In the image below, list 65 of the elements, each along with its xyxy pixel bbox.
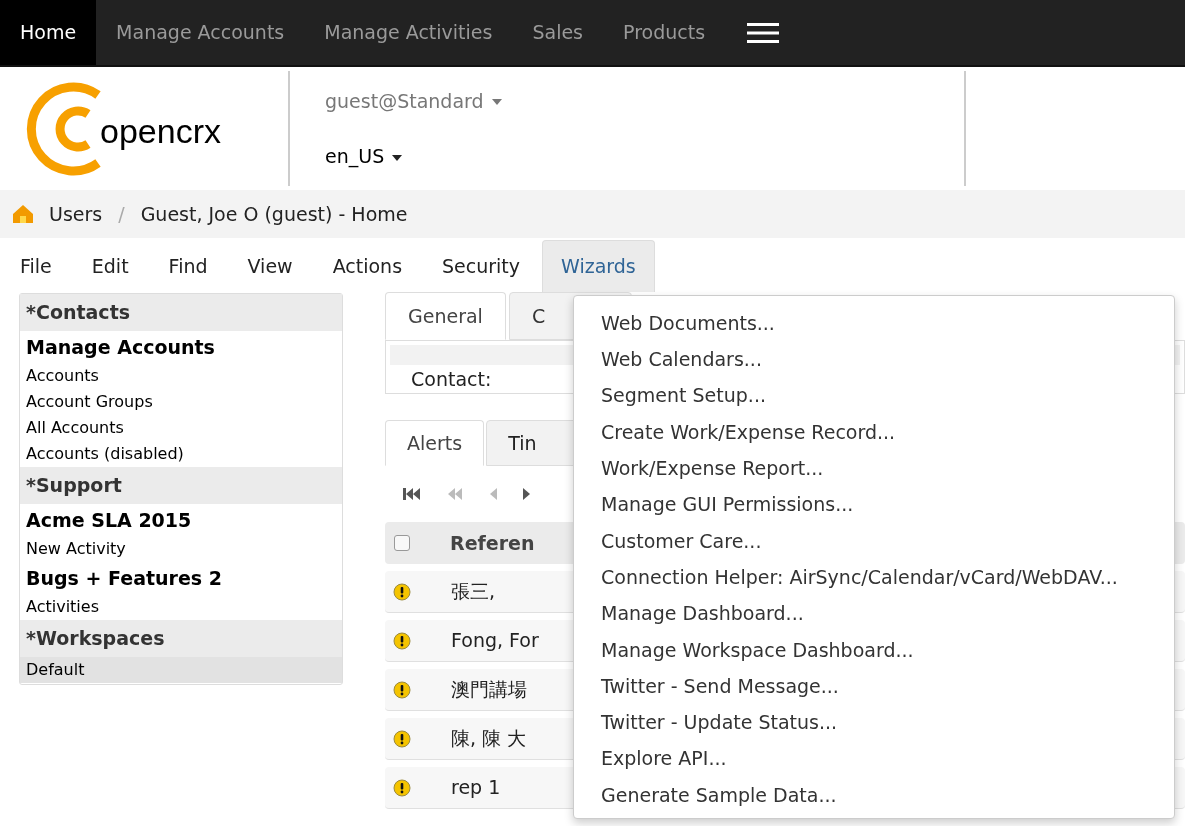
forward-icon[interactable] [523,487,531,501]
menu-item[interactable]: Twitter - Update Status... [574,704,1174,741]
tab[interactable]: Alerts [385,420,485,466]
caret-icon [491,99,502,105]
first-page-icon[interactable] [403,487,421,501]
sidebar-item[interactable]: Manage Accounts [20,331,342,363]
locale-dropdown[interactable]: en_US [325,142,964,171]
contact-label: Contact: [411,366,493,392]
menu-bar-item[interactable]: Wizards [542,240,655,292]
menu-bar-item[interactable]: Edit [73,240,147,292]
home-icon[interactable] [12,204,34,224]
sidebar-item[interactable]: Bugs + Features 2 [20,562,342,594]
table-cell-text: rep 1 [451,775,501,801]
menu-item[interactable]: Customer Care... [574,522,1174,560]
table-cell-text: 陳, 陳 大 [451,726,527,752]
nav-tab[interactable]: Sales [512,0,603,65]
menu-bar-item[interactable]: Security [424,240,539,292]
menu-item[interactable]: Generate Sample Data... [574,776,1174,814]
logo-text: opencrx [100,111,221,152]
menu-item[interactable]: Twitter - Send Message... [574,667,1174,705]
menu-item[interactable]: Connection Helper: AirSync/Calendar/vCard/WebDAV... [574,559,1174,596]
breadcrumb-link[interactable]: Guest, Joe O (guest) - Home [140,199,408,229]
sidebar-item[interactable]: Accounts [20,363,342,389]
warning-icon [393,631,411,650]
sidebar-item[interactable]: Acme SLA 2015 [20,504,342,536]
nav-tab[interactable]: Manage Accounts [96,0,305,65]
menu-bar-item[interactable]: Find [150,240,226,292]
sidebar-item[interactable]: All Accounts [20,415,342,441]
nav-tab[interactable]: Products [603,0,726,65]
breadcrumb-link[interactable]: Users [49,199,103,229]
fast-back-icon[interactable] [447,487,463,501]
sidebar-section-header[interactable]: *Support [20,467,342,504]
sidebar-section-header[interactable]: *Workspaces [20,620,342,657]
table-cell-text: 澳門講場 [451,677,527,703]
menu-bar-item[interactable]: File [2,240,70,292]
sidebar-item[interactable]: Default [20,657,342,683]
sidebar-item[interactable]: Accounts (disabled) [20,441,342,467]
select-all-checkbox[interactable] [394,535,410,551]
warning-icon [393,680,411,699]
tab[interactable]: General [385,292,506,340]
menu-icon[interactable] [747,22,780,43]
sidebar-item[interactable]: New Activity [20,536,342,562]
warning-icon [393,729,411,748]
caret-icon [392,154,403,161]
breadcrumb-separator: / [118,201,125,227]
menu-bar-item[interactable]: View [229,240,311,292]
nav-tab[interactable]: Home [0,0,97,65]
menu-item[interactable]: Explore API... [574,740,1174,777]
sidebar-item[interactable]: Activities [20,594,342,620]
warning-icon [393,778,411,797]
sidebar-section-header[interactable]: *Contacts [20,294,342,331]
warning-icon [393,582,411,601]
sidebar-item[interactable]: Account Groups [20,389,342,415]
user-dropdown[interactable]: guest@Standard [325,86,964,115]
table-cell-text: 張三, [451,579,496,605]
nav-tab[interactable]: Manage Activities [304,0,513,65]
menu-item[interactable]: Manage Dashboard... [574,595,1174,632]
table-cell-text: Fong, For [451,628,539,654]
menu-item[interactable]: Web Calendars... [574,341,1174,378]
menu-item[interactable]: Manage Workspace Dashboard... [574,631,1174,668]
menu-bar-item[interactable]: Actions [314,240,421,292]
column-header[interactable]: Referen [450,528,535,558]
menu-item[interactable]: Manage GUI Permissions... [574,486,1174,523]
menu-item[interactable]: Segment Setup... [574,377,1174,414]
back-icon[interactable] [489,487,497,501]
